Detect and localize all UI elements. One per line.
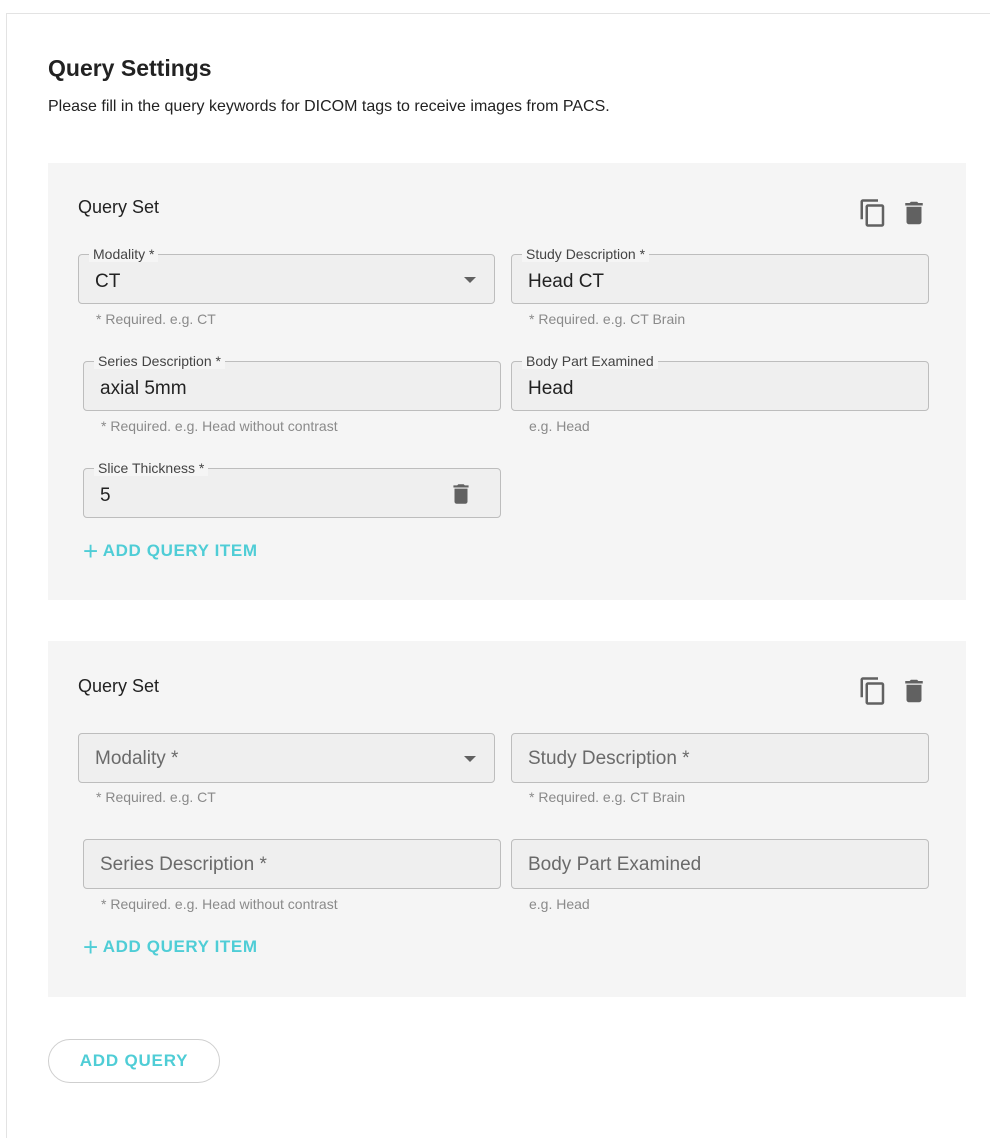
modality-value: CT: [95, 271, 121, 292]
page-description: Please fill in the query keywords for DI…: [48, 98, 610, 115]
copy-icon: [860, 677, 885, 705]
modality-helper: * Required. e.g. CT: [96, 311, 216, 327]
body-part-field[interactable]: Body Part Examined: [511, 839, 929, 889]
chevron-down-icon: [464, 756, 476, 762]
body-part-placeholder: Body Part Examined: [528, 854, 702, 875]
query-set-title: Query Set: [78, 676, 160, 696]
query-set-2: Query Set Modality * * Required. e.g. CT…: [48, 641, 966, 997]
series-description-field[interactable]: Series Description * axial 5mm: [83, 353, 501, 411]
add-query-item-button[interactable]: + ADD QUERY ITEM: [83, 536, 258, 566]
series-description-helper: * Required. e.g. Head without contrast: [101, 896, 338, 912]
query-set-title: Query Set: [78, 197, 160, 217]
series-description-helper: * Required. e.g. Head without contrast: [101, 418, 338, 434]
add-query-item-label: ADD QUERY ITEM: [102, 937, 258, 956]
series-description-field[interactable]: Series Description *: [83, 839, 501, 889]
series-description-label: Series Description *: [94, 353, 225, 369]
study-description-value: Head CT: [528, 271, 605, 292]
study-description-helper: * Required. e.g. CT Brain: [529, 789, 686, 805]
study-description-field[interactable]: Study Description * Head CT: [511, 246, 929, 304]
copy-query-set-button[interactable]: [858, 676, 888, 706]
delete-query-set-button[interactable]: [899, 198, 929, 228]
slice-thickness-field[interactable]: Slice Thickness * 5: [83, 460, 501, 518]
study-description-placeholder: Study Description *: [528, 748, 690, 769]
body-part-value: Head: [528, 378, 574, 399]
trash-icon: [905, 201, 923, 225]
modality-label: Modality *: [89, 246, 159, 262]
trash-icon: [453, 484, 469, 504]
add-query-item-button[interactable]: + ADD QUERY ITEM: [83, 932, 258, 962]
slice-thickness-value: 5: [100, 485, 111, 506]
modality-select[interactable]: Modality *: [78, 733, 495, 783]
study-description-field[interactable]: Study Description *: [511, 733, 929, 783]
body-part-helper: e.g. Head: [529, 418, 590, 434]
body-part-helper: e.g. Head: [529, 896, 590, 912]
series-description-value: axial 5mm: [100, 378, 187, 399]
trash-icon: [905, 679, 923, 703]
modality-placeholder: Modality *: [95, 748, 179, 769]
body-part-field[interactable]: Body Part Examined Head: [511, 353, 929, 411]
copy-icon: [860, 199, 885, 227]
plus-icon: +: [83, 932, 99, 962]
study-description-helper: * Required. e.g. CT Brain: [529, 311, 686, 327]
query-set-1: Query Set Modality * CT * Required. e.g.…: [48, 163, 966, 600]
series-description-placeholder: Series Description *: [100, 854, 267, 875]
page-title: Query Settings: [48, 55, 212, 81]
chevron-down-icon: [464, 277, 476, 283]
slice-thickness-label: Slice Thickness *: [94, 460, 209, 476]
modality-select[interactable]: Modality * CT: [78, 246, 495, 304]
delete-query-set-button[interactable]: [899, 676, 929, 706]
add-query-button[interactable]: ADD QUERY: [48, 1039, 220, 1083]
copy-query-set-button[interactable]: [858, 198, 888, 228]
plus-icon: +: [83, 536, 99, 566]
add-query-item-label: ADD QUERY ITEM: [102, 541, 258, 560]
modality-helper: * Required. e.g. CT: [96, 789, 216, 805]
remove-query-item-button[interactable]: [448, 481, 474, 512]
body-part-label: Body Part Examined: [522, 353, 658, 369]
study-description-label: Study Description *: [522, 246, 650, 262]
